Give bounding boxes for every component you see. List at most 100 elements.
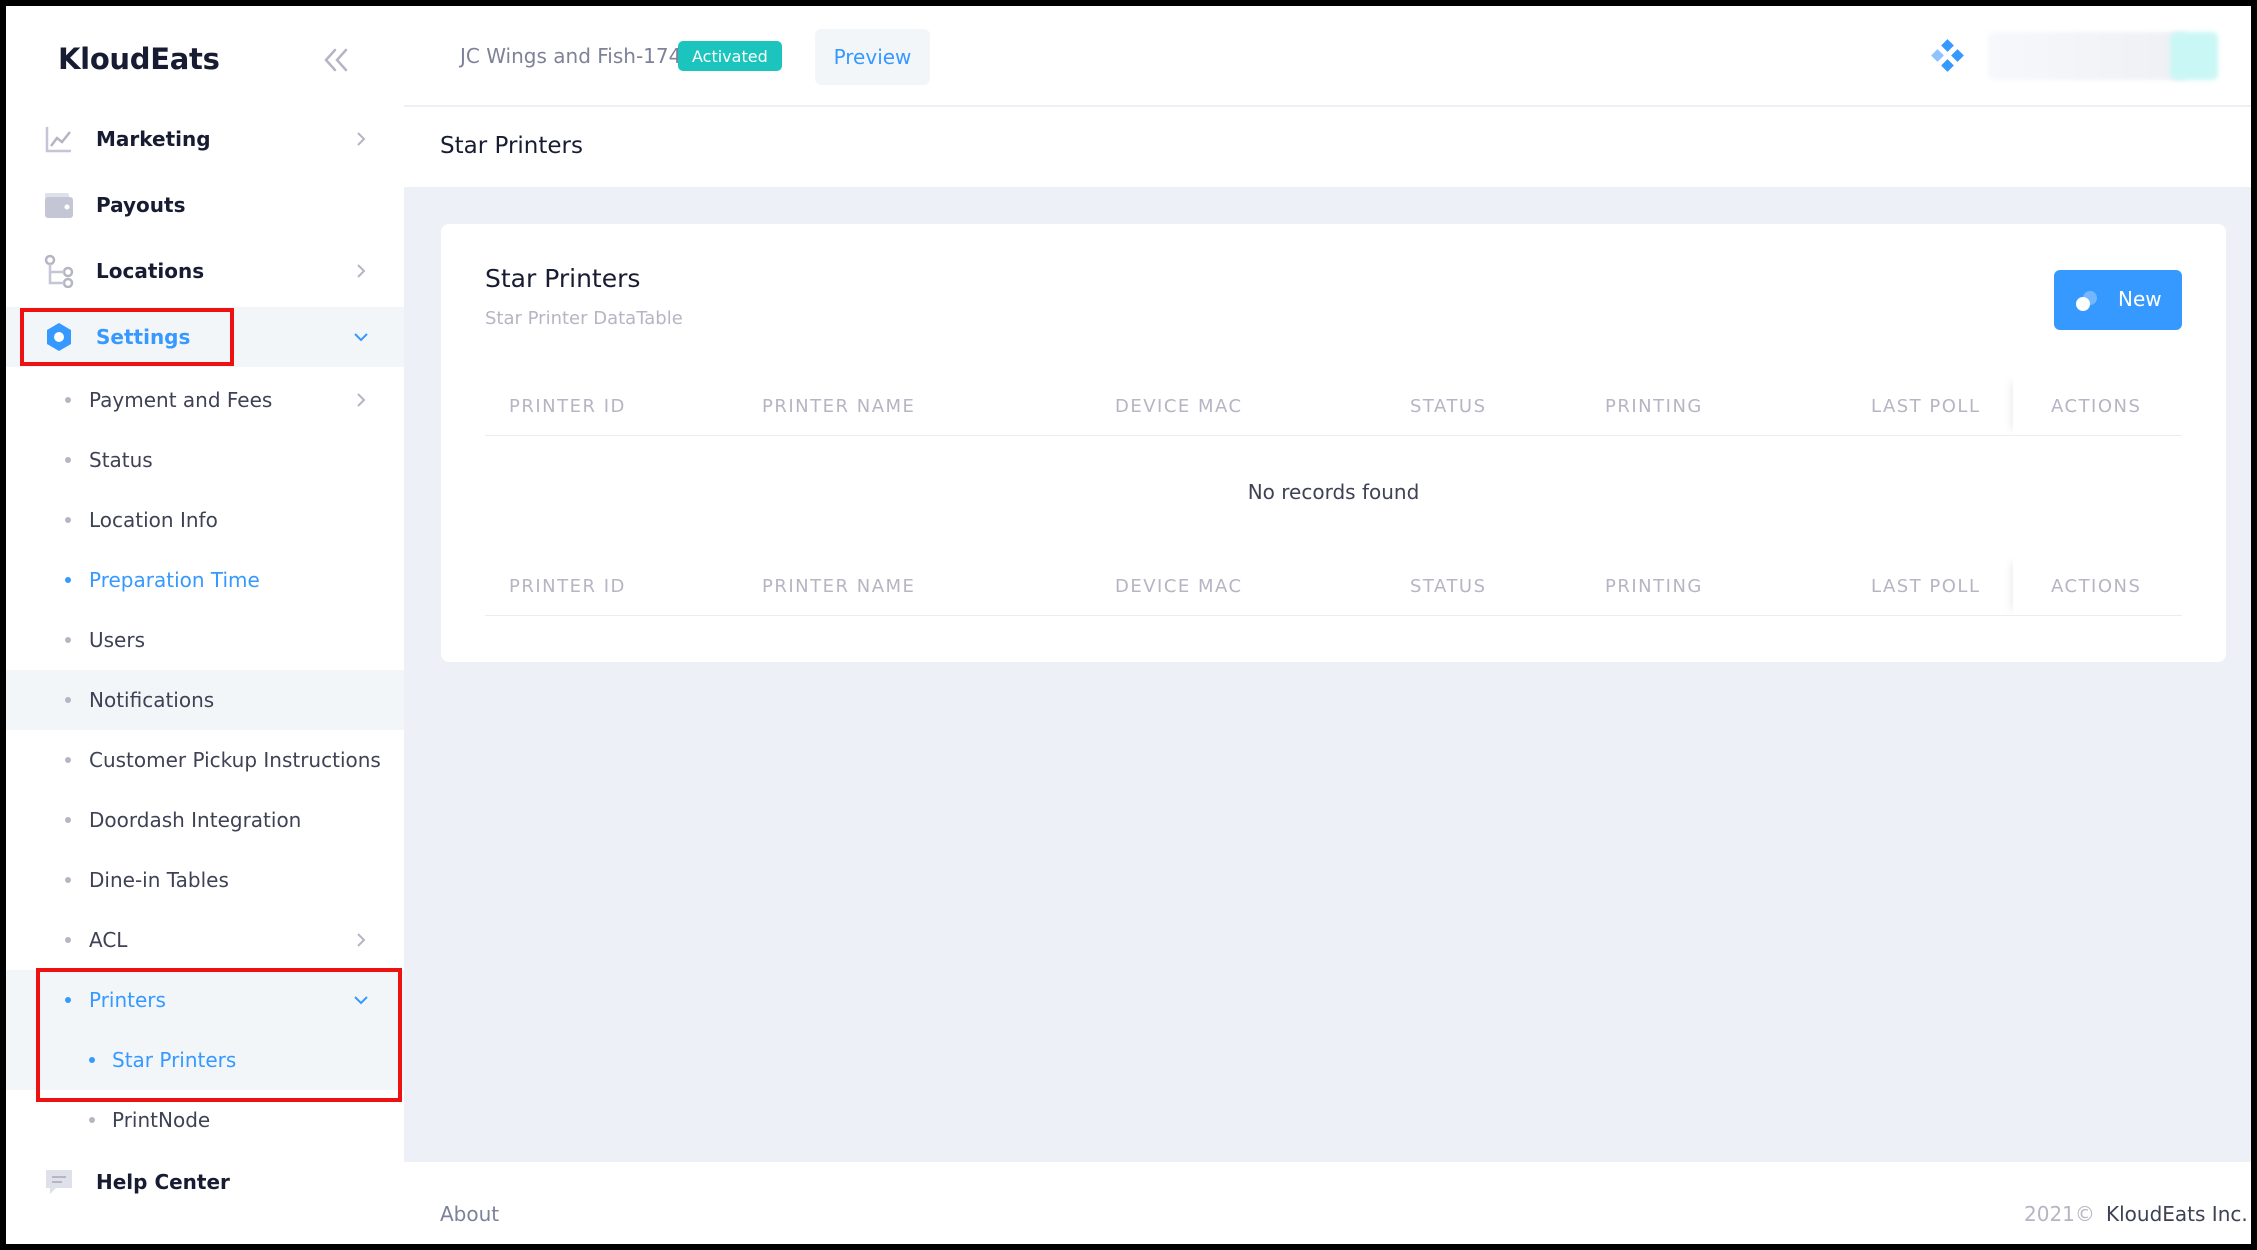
sidebar-item-label: Locations	[96, 259, 205, 283]
table-footer-row: Printer ID Printer Name Device MAC Statu…	[485, 556, 2182, 616]
app-window: KloudEats Marketing Payouts Locations Se…	[6, 6, 2251, 1244]
chevron-down-icon	[352, 991, 370, 1009]
chat-icon	[42, 1165, 76, 1199]
sidebar-item-label: Help Center	[96, 1170, 230, 1194]
bullet-dot	[89, 1057, 95, 1063]
bullet-dot	[65, 997, 71, 1003]
sidebar-subitem-customer-pickup-instructions[interactable]: Customer Pickup Instructions	[6, 730, 404, 790]
column-footer-printer-name: Printer Name	[762, 576, 916, 597]
user-menu[interactable]	[1988, 32, 2188, 80]
bullet-dot	[65, 397, 71, 403]
actions-column: Actions	[2013, 556, 2182, 616]
store-name: JC Wings and Fish-174	[460, 44, 682, 68]
sidebar-subitem-label: ACL	[89, 928, 128, 952]
bullet-dot	[65, 817, 71, 823]
card-title: Star Printers	[485, 264, 641, 293]
location-nodes-icon	[42, 254, 76, 288]
column-header-status[interactable]: Status	[1410, 396, 1487, 417]
column-header-printing[interactable]: Printing	[1605, 396, 1703, 417]
sidebar-subitem-label: Dine-in Tables	[89, 868, 229, 892]
bullet-dot	[65, 757, 71, 763]
bullet-dot	[65, 637, 71, 643]
sidebar-subitem-label: Status	[89, 448, 153, 472]
bullet-dot	[65, 577, 71, 583]
sidebar-subitem-users[interactable]: Users	[6, 610, 404, 670]
new-button[interactable]: New	[2054, 270, 2182, 330]
sidebar-item-help-center[interactable]: Help Center	[6, 1152, 404, 1212]
column-footer-printing: Printing	[1605, 576, 1703, 597]
chevron-right-icon	[352, 931, 370, 949]
sidebar-item-payouts[interactable]: Payouts	[6, 175, 404, 235]
page-title: Star Printers	[440, 133, 583, 159]
sidebar-subitem-star-printers[interactable]: Star Printers	[6, 1030, 404, 1090]
sidebar-item-label: Marketing	[96, 127, 211, 151]
sidebar-item-settings[interactable]: Settings	[6, 307, 404, 367]
star-printers-card: Star Printers Star Printer DataTable New…	[441, 224, 2226, 662]
empty-state-text: No records found	[1247, 480, 1420, 504]
chevron-right-icon	[352, 262, 370, 280]
table-header-row: Printer ID Printer Name Device MAC Statu…	[485, 376, 2182, 436]
chevron-right-icon	[352, 391, 370, 409]
sidebar-subitem-label: Printers	[89, 988, 166, 1012]
sidebar-subitem-label: Location Info	[89, 508, 218, 532]
actions-column: Actions	[2013, 376, 2182, 436]
chevron-down-icon	[352, 328, 370, 346]
new-button-label: New	[2118, 287, 2162, 311]
sidebar-subitem-label: Preparation Time	[89, 568, 260, 592]
gear-icon	[42, 320, 76, 354]
column-header-printer-id[interactable]: Printer ID	[509, 396, 626, 417]
sidebar-item-label: Payouts	[96, 193, 186, 217]
sidebar-subitem-label: PrintNode	[112, 1108, 211, 1132]
brand-logo: KloudEats	[58, 42, 220, 76]
top-header: JC Wings and Fish-174 Activated Preview	[404, 6, 2251, 106]
bullet-dot	[89, 1117, 95, 1123]
card-subtitle: Star Printer DataTable	[485, 308, 683, 329]
column-footer-last-poll: Last Poll	[1871, 576, 1981, 597]
bullet-dot	[65, 877, 71, 883]
column-header-actions: Actions	[2051, 396, 2142, 417]
bullet-dot	[65, 697, 71, 703]
sidebar-subitem-label: Notifications	[89, 688, 215, 712]
preview-button[interactable]: Preview	[815, 29, 930, 85]
sidebar-subitem-label: Customer Pickup Instructions	[89, 748, 381, 772]
sidebar-subitem-preparation-time[interactable]: Preparation Time	[6, 550, 404, 610]
sidebar-item-label: Settings	[96, 325, 191, 349]
sidebar-subitem-printers[interactable]: Printers	[6, 970, 404, 1030]
sidebar-subitem-location-info[interactable]: Location Info	[6, 490, 404, 550]
page-footer: About 2021© KloudEats Inc.	[404, 1162, 2251, 1244]
column-header-printer-name[interactable]: Printer Name	[762, 396, 915, 417]
sidebar-item-locations[interactable]: Locations	[6, 241, 404, 301]
column-footer-printer-id: Printer ID	[509, 576, 626, 597]
column-footer-status: Status	[1410, 576, 1487, 597]
chevron-right-icon	[352, 130, 370, 148]
collapse-sidebar-icon[interactable]	[318, 42, 354, 78]
sidebar-item-marketing[interactable]: Marketing	[6, 109, 404, 169]
column-header-device-mac[interactable]: Device MAC	[1115, 396, 1243, 417]
sidebar-subitem-status[interactable]: Status	[6, 430, 404, 490]
sidebar-subitem-printnode[interactable]: PrintNode	[6, 1090, 404, 1150]
sidebar-subitem-acl[interactable]: ACL	[6, 910, 404, 970]
sidebar-subitem-dine-in-tables[interactable]: Dine-in Tables	[6, 850, 404, 910]
bullet-dot	[65, 457, 71, 463]
sidebar-subitem-label: Doordash Integration	[89, 808, 302, 832]
bullet-dot	[65, 937, 71, 943]
sidebar: KloudEats Marketing Payouts Locations Se…	[6, 6, 404, 1244]
column-footer-actions: Actions	[2051, 576, 2142, 597]
add-circle-icon	[2074, 288, 2100, 314]
bullet-dot	[65, 517, 71, 523]
diamond-apps-icon[interactable]	[1930, 39, 1964, 73]
column-header-last-poll[interactable]: Last Poll	[1871, 396, 1980, 417]
chart-line-icon	[42, 122, 76, 156]
subheader: Star Printers	[404, 107, 2251, 187]
sidebar-subitem-doordash-integration[interactable]: Doordash Integration	[6, 790, 404, 850]
sidebar-subitem-notifications[interactable]: Notifications	[6, 670, 404, 730]
status-badge: Activated	[678, 41, 782, 71]
company-link[interactable]: KloudEats Inc.	[2106, 1202, 2248, 1226]
sidebar-subitem-payment-and-fees[interactable]: Payment and Fees	[6, 370, 404, 430]
wallet-icon	[42, 188, 76, 222]
about-link[interactable]: About	[440, 1202, 499, 1226]
avatar[interactable]	[2170, 32, 2218, 80]
sidebar-subitem-label: Payment and Fees	[89, 388, 273, 412]
sidebar-subitem-label: Star Printers	[112, 1048, 237, 1072]
column-footer-device-mac: Device MAC	[1115, 576, 1243, 597]
